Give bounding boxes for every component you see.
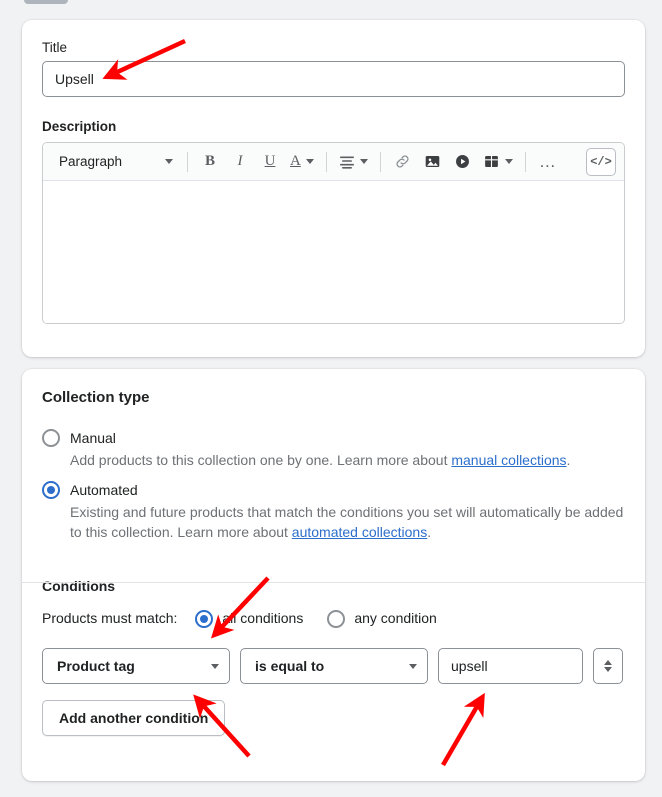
manual-help-text: Add products to this collection one by o…	[70, 450, 625, 470]
chevron-down-icon	[409, 664, 417, 669]
manual-help-after: .	[567, 452, 571, 468]
chevron-down-icon	[505, 159, 513, 164]
video-play-icon	[454, 153, 471, 170]
match-option-all[interactable]: all conditions	[195, 608, 303, 628]
toolbar-divider	[525, 152, 526, 172]
automated-help-text: Existing and future products that match …	[70, 502, 625, 542]
editor-toolbar: Paragraph B I U A	[43, 143, 624, 181]
radio-manual-label: Manual	[70, 428, 116, 448]
title-field-label: Title	[42, 40, 625, 55]
condition-operator-value: is equal to	[255, 658, 324, 674]
toolbar-divider	[187, 152, 188, 172]
title-input[interactable]	[42, 61, 625, 97]
radio-any-condition[interactable]	[327, 610, 345, 628]
toolbar-divider	[380, 152, 381, 172]
description-field-label: Description	[42, 119, 625, 134]
add-another-condition-button[interactable]: Add another condition	[42, 700, 225, 736]
image-icon	[424, 153, 441, 170]
table-icon	[483, 153, 500, 170]
block-style-label: Paragraph	[59, 154, 122, 169]
condition-value-input[interactable]	[438, 648, 583, 684]
more-options-button[interactable]: …	[534, 148, 562, 176]
align-icon	[339, 154, 355, 170]
italic-button[interactable]: I	[226, 148, 254, 176]
link-icon	[394, 153, 411, 170]
radio-all-conditions[interactable]	[195, 610, 213, 628]
radio-automated-label: Automated	[70, 480, 138, 500]
automated-collections-link[interactable]: automated collections	[292, 524, 427, 540]
description-rich-text-editor: Paragraph B I U A	[42, 142, 625, 324]
card-section-divider	[22, 582, 645, 583]
table-button[interactable]	[479, 148, 517, 176]
match-option-any[interactable]: any condition	[327, 608, 437, 628]
bold-button[interactable]: B	[196, 148, 224, 176]
radio-automated[interactable]	[42, 481, 60, 499]
condition-reorder-stepper[interactable]	[593, 648, 623, 684]
automated-help-after: .	[427, 524, 431, 540]
italic-icon: I	[238, 153, 243, 170]
chevron-down-icon	[360, 159, 368, 164]
link-button[interactable]	[389, 148, 417, 176]
collection-type-option-manual[interactable]: Manual	[42, 428, 625, 448]
collection-details-card: Title Description Paragraph B I U	[22, 20, 645, 357]
align-button[interactable]	[335, 148, 372, 176]
collection-type-card: Collection type Manual Add products to t…	[22, 369, 645, 781]
chevron-down-icon	[211, 664, 219, 669]
condition-row: Product tag is equal to	[42, 648, 625, 684]
chevron-down-icon	[604, 667, 612, 672]
code-view-button[interactable]: </>	[586, 148, 616, 176]
chevron-down-icon	[165, 159, 173, 164]
ellipsis-icon: …	[539, 157, 557, 167]
condition-operator-select[interactable]: is equal to	[240, 648, 428, 684]
conditions-heading: Conditions	[42, 578, 625, 594]
video-button[interactable]	[449, 148, 477, 176]
text-color-button[interactable]: A	[286, 148, 318, 176]
chevron-down-icon	[306, 159, 314, 164]
toolbar-divider	[326, 152, 327, 172]
condition-field-value: Product tag	[57, 658, 135, 674]
block-style-select[interactable]: Paragraph	[51, 148, 179, 176]
collection-type-option-automated[interactable]: Automated	[42, 480, 625, 500]
manual-help-before: Add products to this collection one by o…	[70, 452, 451, 468]
bold-icon: B	[205, 153, 215, 170]
chevron-up-icon	[604, 660, 612, 665]
underline-button[interactable]: U	[256, 148, 284, 176]
code-icon: </>	[590, 155, 612, 169]
radio-any-condition-label: any condition	[354, 608, 437, 628]
top-skeleton-pill	[24, 0, 68, 4]
manual-collections-link[interactable]: manual collections	[451, 452, 566, 468]
description-editor-body[interactable]	[43, 181, 624, 323]
conditions-match-row: Products must match: all conditions any …	[42, 608, 625, 628]
text-color-icon: A	[290, 153, 301, 170]
radio-manual[interactable]	[42, 429, 60, 447]
radio-all-conditions-label: all conditions	[222, 608, 303, 628]
underline-icon: U	[265, 153, 276, 170]
collection-type-heading: Collection type	[42, 389, 625, 406]
image-button[interactable]	[419, 148, 447, 176]
condition-field-select[interactable]: Product tag	[42, 648, 230, 684]
match-label: Products must match:	[42, 610, 177, 626]
